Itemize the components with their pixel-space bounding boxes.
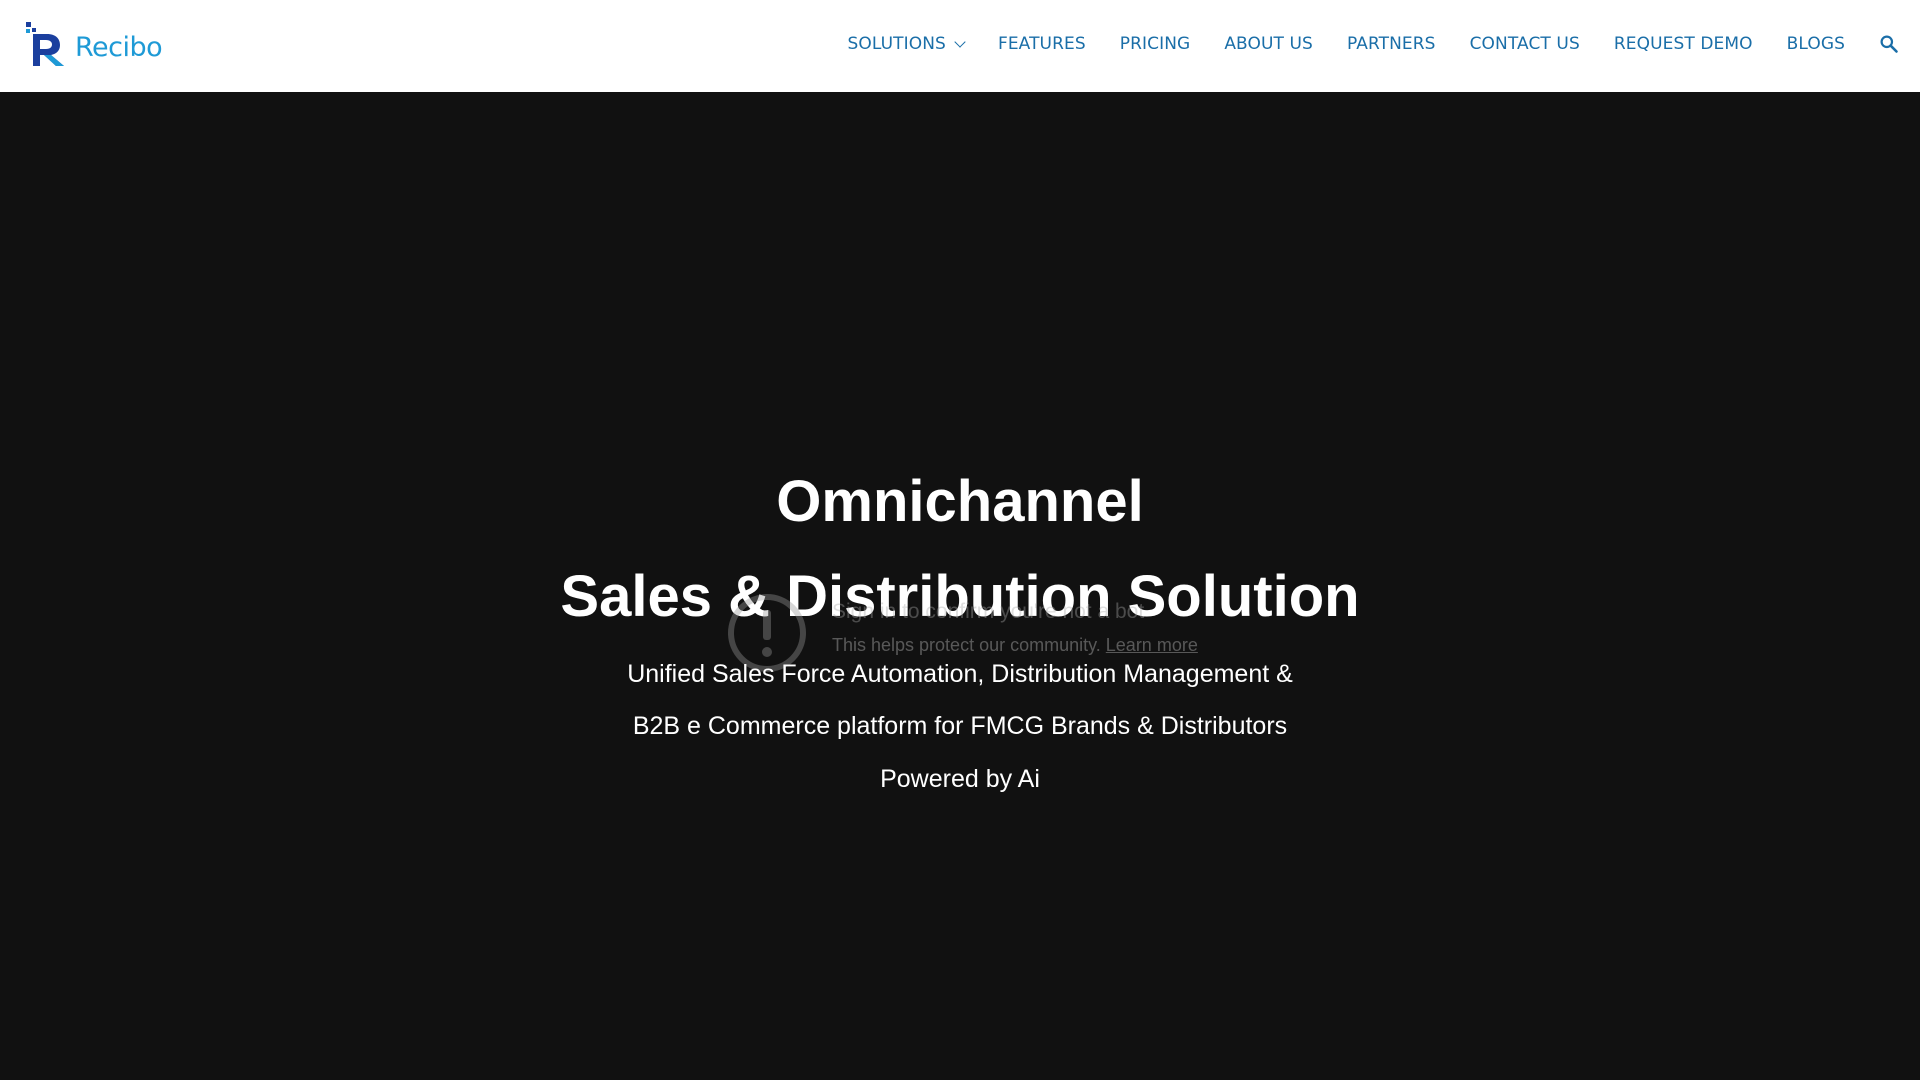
nav-label: PARTNERS	[1346, 34, 1436, 54]
nav-solutions[interactable]: SOLUTIONS	[847, 34, 966, 54]
nav-blogs[interactable]: BLOGS	[1787, 34, 1845, 54]
recibo-logo-icon	[26, 22, 64, 66]
nav-request-demo[interactable]: REQUEST DEMO	[1614, 34, 1753, 54]
learn-more-link[interactable]: Learn more	[1106, 635, 1198, 655]
brand-name: Recibo	[75, 31, 163, 63]
hero-subtitle-line-2: B2B e Commerce platform for FMCG Brands …	[632, 712, 1288, 740]
brand-logo-link[interactable]: Recibo	[25, 20, 163, 68]
search-icon[interactable]	[1879, 34, 1899, 54]
captcha-note-text: This helps protect our community.	[832, 635, 1101, 655]
captcha-title: Sign in to confirm you're not a bot	[832, 600, 1145, 623]
nav-partners[interactable]: PARTNERS	[1347, 34, 1436, 54]
nav-contact-us[interactable]: CONTACT US	[1470, 34, 1580, 54]
nav-label: BLOGS	[1786, 34, 1845, 54]
chevron-down-icon	[954, 36, 966, 48]
hero-subtitle-line-1: Unified Sales Force Automation, Distribu…	[627, 660, 1293, 688]
main-nav: SOLUTIONS FEATURES PRICING ABOUT US PART…	[848, 0, 1920, 88]
nav-features[interactable]: FEATURES	[998, 34, 1086, 54]
hero-section: Omnichannel Sales & Distribution Solutio…	[0, 92, 1920, 1080]
nav-label: CONTACT US	[1469, 34, 1580, 54]
nav-label: SOLUTIONS	[847, 34, 946, 54]
hero-subtitle-line-3: Powered by Ai	[880, 765, 1040, 793]
hero-title-line-1: Omnichannel	[776, 469, 1144, 534]
nav-label: ABOUT US	[1224, 34, 1313, 54]
nav-about-us[interactable]: ABOUT US	[1224, 34, 1313, 54]
site-header: Recibo SOLUTIONS FEATURES PRICING ABOUT …	[0, 0, 1920, 92]
nav-pricing[interactable]: PRICING	[1120, 34, 1191, 54]
nav-label: REQUEST DEMO	[1613, 34, 1753, 54]
nav-label: PRICING	[1119, 34, 1191, 54]
nav-label: FEATURES	[997, 34, 1086, 54]
captcha-note: This helps protect our community. Learn m…	[832, 635, 1198, 656]
